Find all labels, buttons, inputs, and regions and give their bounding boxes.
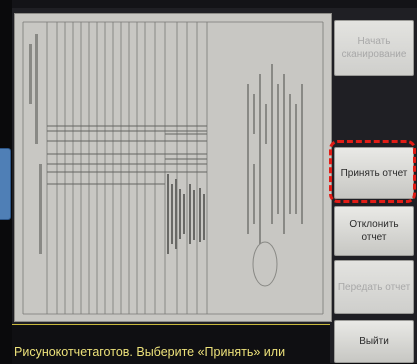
side-tab	[0, 148, 11, 220]
report-image	[15, 14, 331, 321]
start-scan-label: Начать сканирование	[341, 36, 407, 60]
report-preview	[14, 13, 332, 322]
accept-report-label: Принять отчет	[340, 167, 408, 179]
send-report-button[interactable]: Передать отчет	[334, 260, 414, 314]
exit-label: Выйти	[359, 336, 389, 347]
reject-report-button[interactable]: Отклонить отчет	[334, 206, 414, 256]
device: Начать сканирование Принять отчет Отклон…	[0, 0, 417, 364]
reject-report-label: Отклонить отчет	[349, 219, 399, 243]
status-bar: Рисунокотчетаготов. Выберите «Принять» и…	[12, 324, 330, 364]
exit-button[interactable]: Выйти	[334, 320, 414, 363]
touch-screen: Начать сканирование Принять отчет Отклон…	[12, 8, 417, 364]
status-message: Рисунокотчетаготов. Выберите «Принять» и…	[14, 345, 286, 359]
accept-report-button[interactable]: Принять отчет	[334, 147, 414, 199]
start-scan-button[interactable]: Начать сканирование	[334, 20, 414, 76]
send-report-label: Передать отчет	[337, 281, 411, 293]
